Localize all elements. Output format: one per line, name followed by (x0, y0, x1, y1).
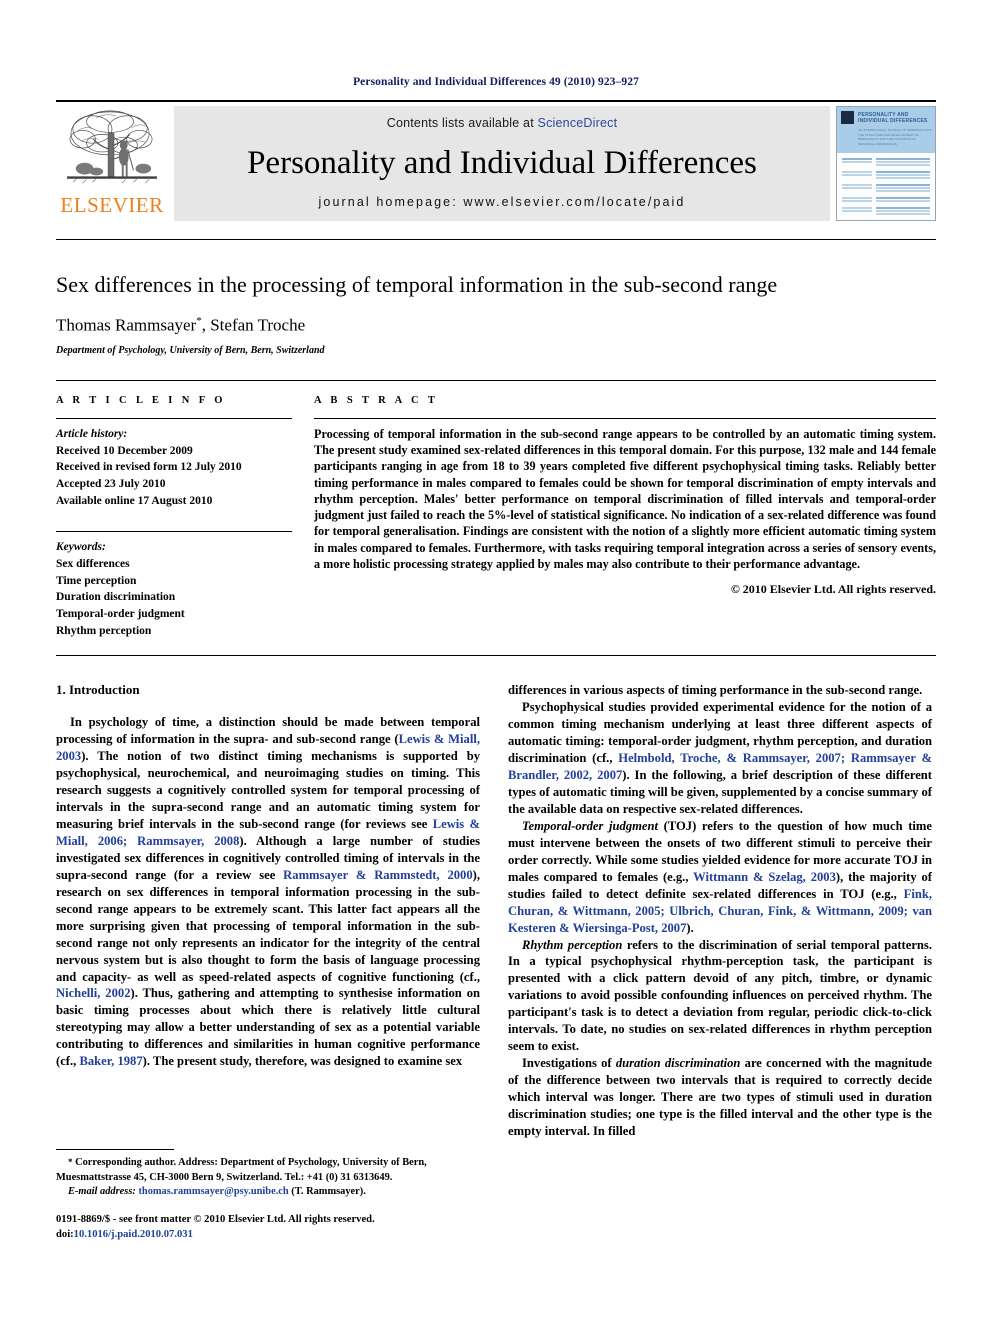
term-emphasis: duration discrimination (615, 1056, 741, 1071)
sciencedirect-link[interactable]: ScienceDirect (538, 116, 618, 130)
article-info-heading: A R T I C L E I N F O (56, 395, 226, 407)
author-list: Thomas Rammsayer*, Stefan Troche (56, 315, 936, 336)
history-item: Accepted 23 July 2010 (56, 478, 166, 491)
body-column-right: differences in various aspects of timing… (508, 682, 932, 1242)
email-label: E-mail address: (68, 1185, 136, 1197)
citation-link[interactable]: Baker, 1987 (79, 1054, 142, 1068)
abstract-text: Processing of temporal information in th… (314, 427, 936, 571)
term-emphasis: Rhythm perception (522, 937, 623, 952)
keyword-item: Sex differences (56, 558, 130, 571)
abstract-bottom-rule (56, 655, 936, 657)
running-head: Personality and Individual Differences 4… (353, 76, 639, 88)
cover-logo-icon (841, 111, 854, 124)
journal-cover-thumbnail[interactable]: PERSONALITY AND INDIVIDUAL DIFFERENCES A… (836, 106, 936, 221)
elsevier-tree-icon (63, 106, 161, 194)
history-item: Available online 17 August 2010 (56, 494, 213, 507)
abstract-heading: A B S T R A C T (314, 395, 439, 407)
author-secondary: , Stefan Troche (201, 316, 306, 336)
paragraph: Investigations of duration discriminatio… (508, 1055, 932, 1140)
abstract-column: A B S T R A C T Processing of temporal i… (314, 395, 936, 639)
cover-subtitle: AN INTERNATIONAL JOURNAL OF RESEARCH INT… (858, 128, 932, 146)
footnote-rule (56, 1149, 174, 1151)
cover-title-line2: INDIVIDUAL DIFFERENCES (858, 118, 928, 125)
citation-link[interactable]: Rammsayer & Rammstedt, 2000 (283, 868, 472, 882)
term-emphasis: Temporal-order judgment (522, 818, 658, 833)
paragraph: Psychophysical studies provided experime… (508, 699, 932, 818)
doi-label: doi: (56, 1228, 74, 1240)
info-abstract-block: A R T I C L E I N F O Article history: R… (56, 380, 936, 639)
body-column-left: 1. Introduction In psychology of time, a… (56, 682, 480, 1242)
article-page: Personality and Individual Differences 4… (0, 0, 992, 1323)
article-history-label: Article history: (56, 428, 128, 441)
doi-link[interactable]: 10.1016/j.paid.2010.07.031 (74, 1229, 193, 1240)
paragraph-text: ). The present study, therefore, was des… (142, 1054, 463, 1069)
paragraph-text: ). The notion of two distinct timing mec… (56, 749, 480, 832)
email-suffix: (T. Rammsayer). (288, 1185, 366, 1197)
cover-contents-mock (837, 153, 935, 220)
page-title: Sex differences in the processing of tem… (56, 272, 778, 297)
paragraph-text: Investigations of (522, 1056, 616, 1071)
cover-journal-title: PERSONALITY AND INDIVIDUAL DIFFERENCES (858, 112, 932, 125)
history-item: Received 10 December 2009 (56, 444, 193, 457)
journal-masthead: ELSEVIER Contents lists available at Sci… (56, 100, 936, 225)
elsevier-wordmark: ELSEVIER (60, 193, 164, 217)
citation-link[interactable]: Wittmann & Szelag, 2003 (693, 870, 836, 884)
keyword-item: Time perception (56, 574, 137, 587)
paragraph-text: refers to the discrimination of serial t… (508, 937, 932, 1054)
affiliation: Department of Psychology, University of … (56, 345, 325, 357)
cover-header: PERSONALITY AND INDIVIDUAL DIFFERENCES A… (837, 107, 935, 153)
cover-title-line1: PERSONALITY AND (858, 112, 909, 118)
journal-banner: Contents lists available at ScienceDirec… (174, 106, 830, 221)
paragraph: Temporal-order judgment (TOJ) refers to … (508, 818, 932, 937)
contents-lists-line: Contents lists available at ScienceDirec… (387, 116, 618, 130)
keyword-item: Temporal-order judgment (56, 608, 185, 621)
masthead-bottom-rule (56, 239, 936, 240)
doi-line: doi:10.1016/j.paid.2010.07.031 (56, 1228, 480, 1243)
keywords-label: Keywords: (56, 541, 106, 554)
abstract-copyright: © 2010 Elsevier Ltd. All rights reserved… (730, 582, 936, 597)
elsevier-logo: ELSEVIER (56, 102, 168, 225)
footnote-area: * Corresponding author. Address: Departm… (56, 1149, 480, 1242)
paragraph: In psychology of time, a distinction sho… (56, 714, 480, 1070)
author-primary: Thomas Rammsayer (56, 316, 197, 336)
contents-prefix: Contents lists available at (386, 116, 538, 130)
keywords-rule (56, 531, 292, 533)
journal-homepage-link[interactable]: journal homepage: www.elsevier.com/locat… (319, 195, 686, 209)
paragraph: Rhythm perception refers to the discrimi… (508, 937, 932, 1056)
paragraph-text: ), research on sex differences in tempor… (56, 867, 480, 984)
corresponding-author-note: * Corresponding author. Address: Departm… (56, 1156, 480, 1184)
article-info-column: A R T I C L E I N F O Article history: R… (56, 395, 292, 639)
email-note: E-mail address: thomas.rammsayer@psy.uni… (56, 1185, 480, 1199)
keyword-item: Rhythm perception (56, 624, 152, 637)
paragraph-text: ). (686, 920, 694, 935)
journal-title: Personality and Individual Differences (247, 145, 757, 181)
section-heading-introduction: 1. Introduction (56, 682, 140, 698)
keywords-block: Keywords: Sex differences Time perceptio… (56, 531, 292, 639)
email-link[interactable]: thomas.rammsayer@psy.unibe.ch (138, 1186, 288, 1197)
citation-link[interactable]: Nichelli, 2002 (56, 986, 131, 1000)
paragraph: differences in various aspects of timing… (508, 683, 923, 698)
keyword-item: Duration discrimination (56, 591, 176, 604)
article-info-rule (56, 418, 292, 420)
abstract-rule (314, 418, 936, 420)
body-columns: 1. Introduction In psychology of time, a… (56, 682, 936, 1242)
footnote-text: Corresponding author. Address: Departmen… (56, 1157, 427, 1183)
issn-line: 0191-8869/$ - see front matter © 2010 El… (56, 1213, 375, 1225)
history-item: Received in revised form 12 July 2010 (56, 461, 242, 474)
